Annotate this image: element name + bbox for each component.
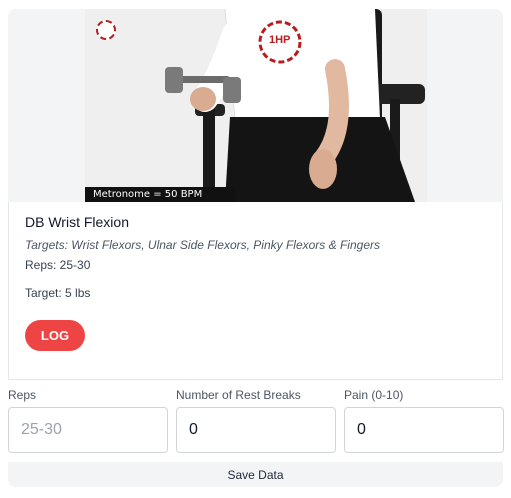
exercise-card: 1HP Metronome = 50 BPM DB Wrist Flexion …: [8, 9, 504, 487]
rest-breaks-label: Number of Rest Breaks: [176, 388, 301, 402]
pain-label: Pain (0-10): [344, 388, 404, 402]
metronome-caption: Metronome = 50 BPM: [85, 187, 235, 202]
exercise-targets: Targets: Wrist Flexors, Ulnar Side Flexo…: [25, 238, 380, 252]
exercise-reps: Reps: 25-30: [25, 258, 91, 272]
data-entry-form: Reps Number of Rest Breaks Pain (0-10): [8, 380, 504, 463]
exercise-info: DB Wrist Flexion Targets: Wrist Flexors,…: [8, 202, 503, 379]
exercise-video[interactable]: 1HP Metronome = 50 BPM: [85, 9, 427, 202]
exercise-title: DB Wrist Flexion: [25, 214, 129, 230]
reps-input[interactable]: [8, 407, 168, 453]
exercise-illustration: [85, 9, 427, 202]
log-button[interactable]: LOG: [25, 320, 85, 351]
media-area: 1HP Metronome = 50 BPM: [8, 9, 503, 202]
rest-breaks-input[interactable]: [176, 407, 336, 453]
brand-logo: [96, 20, 116, 40]
save-data-button[interactable]: Save Data: [8, 462, 503, 487]
pain-input[interactable]: [344, 407, 504, 453]
shirt-logo: 1HP: [269, 34, 291, 46]
exercise-target-weight: Target: 5 lbs: [25, 286, 91, 300]
reps-label: Reps: [8, 388, 37, 402]
